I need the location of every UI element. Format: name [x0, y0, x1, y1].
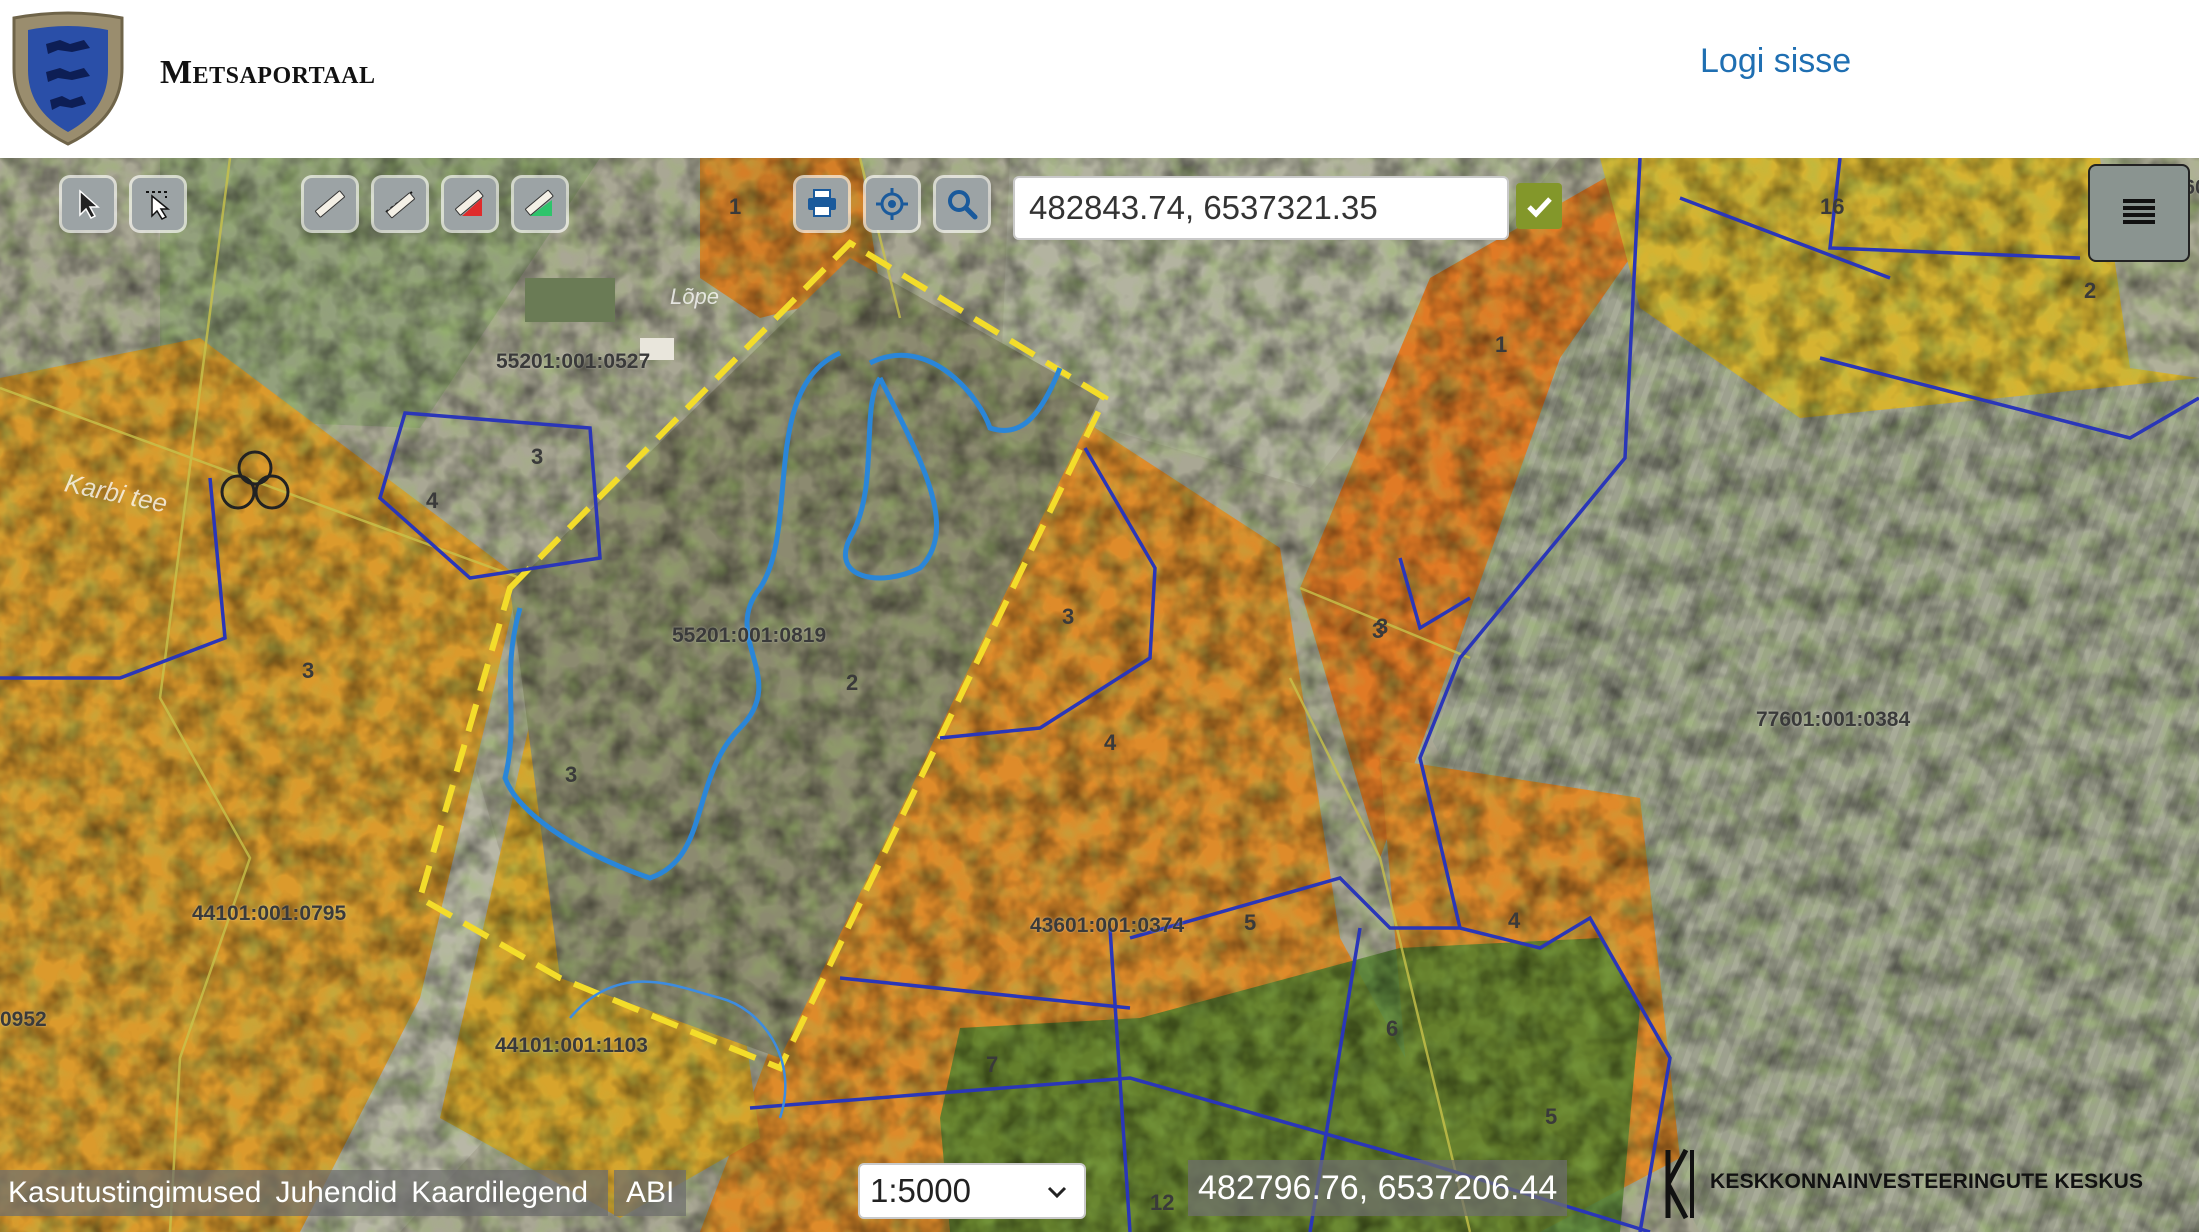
- select-tool-button[interactable]: [62, 178, 114, 230]
- measure-path-button[interactable]: [374, 178, 426, 230]
- parcel-label: 44101:001:0795: [192, 902, 347, 925]
- stand-number: 4: [1104, 730, 1117, 755]
- header: Metsaportaal Logi sisse: [0, 0, 2199, 158]
- street-label: Lõpe: [670, 284, 719, 309]
- stand-number: 5: [1244, 910, 1257, 935]
- stand-number: 2: [846, 670, 859, 695]
- stand-number: 1: [729, 194, 742, 219]
- confirm-coordinate-button[interactable]: [1516, 183, 1562, 229]
- parcel-label: 55201:001:0527: [496, 350, 651, 373]
- map-layer: [0, 158, 2199, 1232]
- parcel-label: 44101:001:1103: [495, 1034, 648, 1057]
- stand-number: 6: [1386, 1016, 1399, 1041]
- ruler-icon: [315, 190, 345, 218]
- parcel-label: 0952: [0, 1008, 47, 1031]
- parcel-label: 43601:001:0374: [1030, 914, 1185, 937]
- login-link[interactable]: Logi sisse: [1700, 42, 1851, 81]
- printer-icon: [808, 189, 836, 217]
- chevron-down-icon: [1047, 1186, 1067, 1199]
- footer-links: Kasutustingimused Juhendid Kaardilegend: [0, 1170, 609, 1216]
- dotted-select-icon: [146, 191, 171, 220]
- terms-link[interactable]: Kasutustingimused: [8, 1176, 261, 1210]
- area-red-icon: [455, 189, 484, 216]
- stand-number: 1: [1495, 332, 1508, 357]
- stand-number: 3: [1376, 614, 1389, 639]
- app-title: Metsaportaal: [160, 54, 376, 91]
- locate-button[interactable]: [866, 178, 918, 230]
- stand-number: 16: [1820, 194, 1845, 219]
- map-viewport[interactable]: 55201:001:0527 55201:001:0819 44101:001:…: [0, 158, 2199, 1232]
- scale-value: 1:5000: [870, 1172, 971, 1209]
- search-icon: [948, 190, 978, 220]
- layers-menu-button[interactable]: [2088, 164, 2190, 262]
- dotted-ruler-icon: [385, 191, 415, 219]
- stand-number: 4: [426, 488, 439, 513]
- checkmark-icon: [1527, 197, 1552, 218]
- stand-number: 3: [565, 762, 578, 787]
- coordinate-search-input[interactable]: [1013, 176, 1509, 240]
- legend-link[interactable]: Kaardilegend: [411, 1176, 588, 1210]
- stand-number: 3: [531, 444, 544, 469]
- scale-select[interactable]: 1:5000: [858, 1163, 1086, 1219]
- parcel-label: 77601:001:0384: [1756, 708, 1911, 731]
- stand-number: 12: [1150, 1190, 1175, 1215]
- mouse-coordinates: 482796.76, 6537206.44: [1188, 1160, 1568, 1216]
- parcel-label: 55201:001:0819: [672, 624, 827, 647]
- measure-area-button[interactable]: [444, 178, 496, 230]
- help-link[interactable]: ABI: [614, 1170, 687, 1216]
- measure-polygon-button[interactable]: [514, 178, 566, 230]
- guides-link[interactable]: Juhendid: [275, 1176, 397, 1210]
- partner-name: Keskkonnainvesteeringute Keskus: [1710, 1170, 2144, 1193]
- search-button[interactable]: [936, 178, 988, 230]
- select-area-tool-button[interactable]: [132, 178, 184, 230]
- print-button[interactable]: [796, 178, 848, 230]
- stand-number: 2: [2084, 278, 2097, 303]
- stand-number: 3: [1062, 604, 1075, 629]
- stand-number: 3: [302, 658, 315, 683]
- crosshair-icon: [876, 188, 908, 220]
- stand-number: 5: [1545, 1104, 1558, 1129]
- area-green-icon: [525, 189, 554, 216]
- stand-number: 7: [986, 1052, 999, 1077]
- arrow-pointer-icon: [79, 189, 100, 219]
- kik-logo: [1665, 1148, 1694, 1220]
- stand-number: 4: [1508, 908, 1521, 933]
- measure-distance-button[interactable]: [304, 178, 356, 230]
- coat-of-arms-logo: [12, 11, 124, 146]
- layers-icon: [2123, 199, 2155, 224]
